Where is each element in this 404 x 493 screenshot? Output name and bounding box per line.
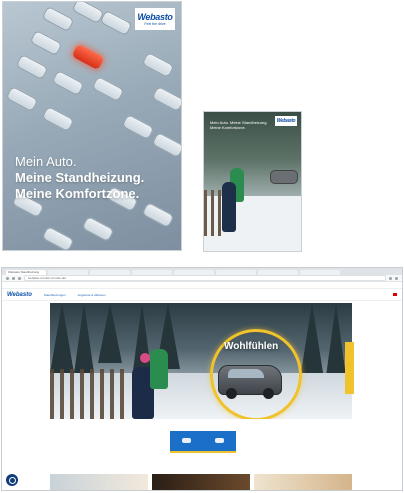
car	[81, 215, 115, 243]
cta-button-right[interactable]	[211, 436, 229, 446]
tree	[50, 303, 74, 373]
child-pink-hat	[140, 353, 150, 363]
tree	[300, 303, 324, 379]
wheel	[263, 388, 274, 399]
car-icon	[215, 438, 224, 443]
teaser-image[interactable]	[50, 474, 148, 490]
bookmarks-bar	[2, 282, 402, 289]
tab-bar: Webasto Standheizung	[2, 268, 402, 275]
brochure-small: Mein Auto. Meine Standheizung. Meine Kom…	[204, 112, 301, 251]
person-navy-jacket	[222, 182, 236, 232]
car	[99, 9, 133, 37]
fence	[204, 190, 224, 236]
car	[51, 69, 85, 97]
feedback-side-tab[interactable]	[345, 342, 354, 394]
hero-title: Wohlfühlen	[224, 341, 279, 352]
brochure-small-headline: Mein Auto. Meine Standheizung. Meine Kom…	[210, 120, 268, 130]
highlighted-red-car	[71, 43, 105, 71]
car	[91, 75, 125, 103]
language-flag-icon[interactable]	[393, 293, 397, 296]
nav-link-angebote[interactable]: Angebote & Aktionen	[78, 293, 106, 297]
car	[270, 170, 298, 184]
browser-window: Webasto Standheizung webasto-comfort.com…	[2, 268, 402, 490]
teaser-row	[50, 474, 352, 490]
back-icon[interactable]	[6, 276, 9, 280]
address-bar: webasto-comfort.com/de-de/	[2, 275, 402, 282]
cta-button-left[interactable]	[178, 436, 196, 446]
car	[151, 131, 181, 159]
site-header: Webasto Standheizungen Angebote & Aktion…	[2, 289, 402, 301]
car	[141, 201, 175, 229]
reload-icon[interactable]	[18, 276, 21, 280]
hero-cta-box	[170, 431, 236, 453]
fence	[50, 369, 130, 419]
car	[141, 51, 175, 79]
webasto-logo: Webasto	[275, 116, 297, 126]
car	[41, 105, 75, 133]
car	[29, 29, 63, 57]
menu-icon[interactable]	[395, 276, 398, 280]
car	[5, 85, 39, 113]
brochure-headline: Mein Auto. Meine Standheizung. Meine Kom…	[15, 154, 144, 201]
car	[151, 85, 181, 113]
car	[71, 2, 105, 25]
chat-icon	[8, 476, 16, 484]
nav-link-standheizungen[interactable]: Standheizungen	[44, 293, 66, 297]
hero-image: Wohlfühlen	[50, 303, 352, 419]
brochure-large: Webasto Feel the drive Mein Auto. Meine …	[3, 2, 181, 250]
car	[15, 53, 49, 81]
forward-icon[interactable]	[12, 276, 15, 280]
header-utility-links	[369, 293, 397, 296]
chat-button[interactable]	[6, 474, 18, 486]
car	[41, 5, 75, 33]
webasto-logo: Webasto Feel the drive	[135, 8, 175, 30]
car-icon	[182, 438, 191, 443]
wheel	[226, 388, 237, 399]
teaser-image[interactable]	[152, 474, 250, 490]
site-logo[interactable]: Webasto	[7, 292, 32, 298]
headline-line-3: Meine Komfortzone.	[15, 186, 140, 201]
car	[121, 113, 155, 141]
url-input[interactable]: webasto-comfort.com/de-de/	[24, 275, 386, 281]
person-green-jacket	[150, 349, 168, 389]
tree	[98, 303, 122, 363]
star-icon[interactable]	[389, 276, 392, 280]
car	[41, 225, 75, 250]
car	[218, 365, 282, 399]
teaser-image[interactable]	[254, 474, 352, 490]
headline-line-1: Mein Auto.	[15, 154, 77, 169]
headline-line-2: Meine Standheizung.	[15, 170, 145, 185]
